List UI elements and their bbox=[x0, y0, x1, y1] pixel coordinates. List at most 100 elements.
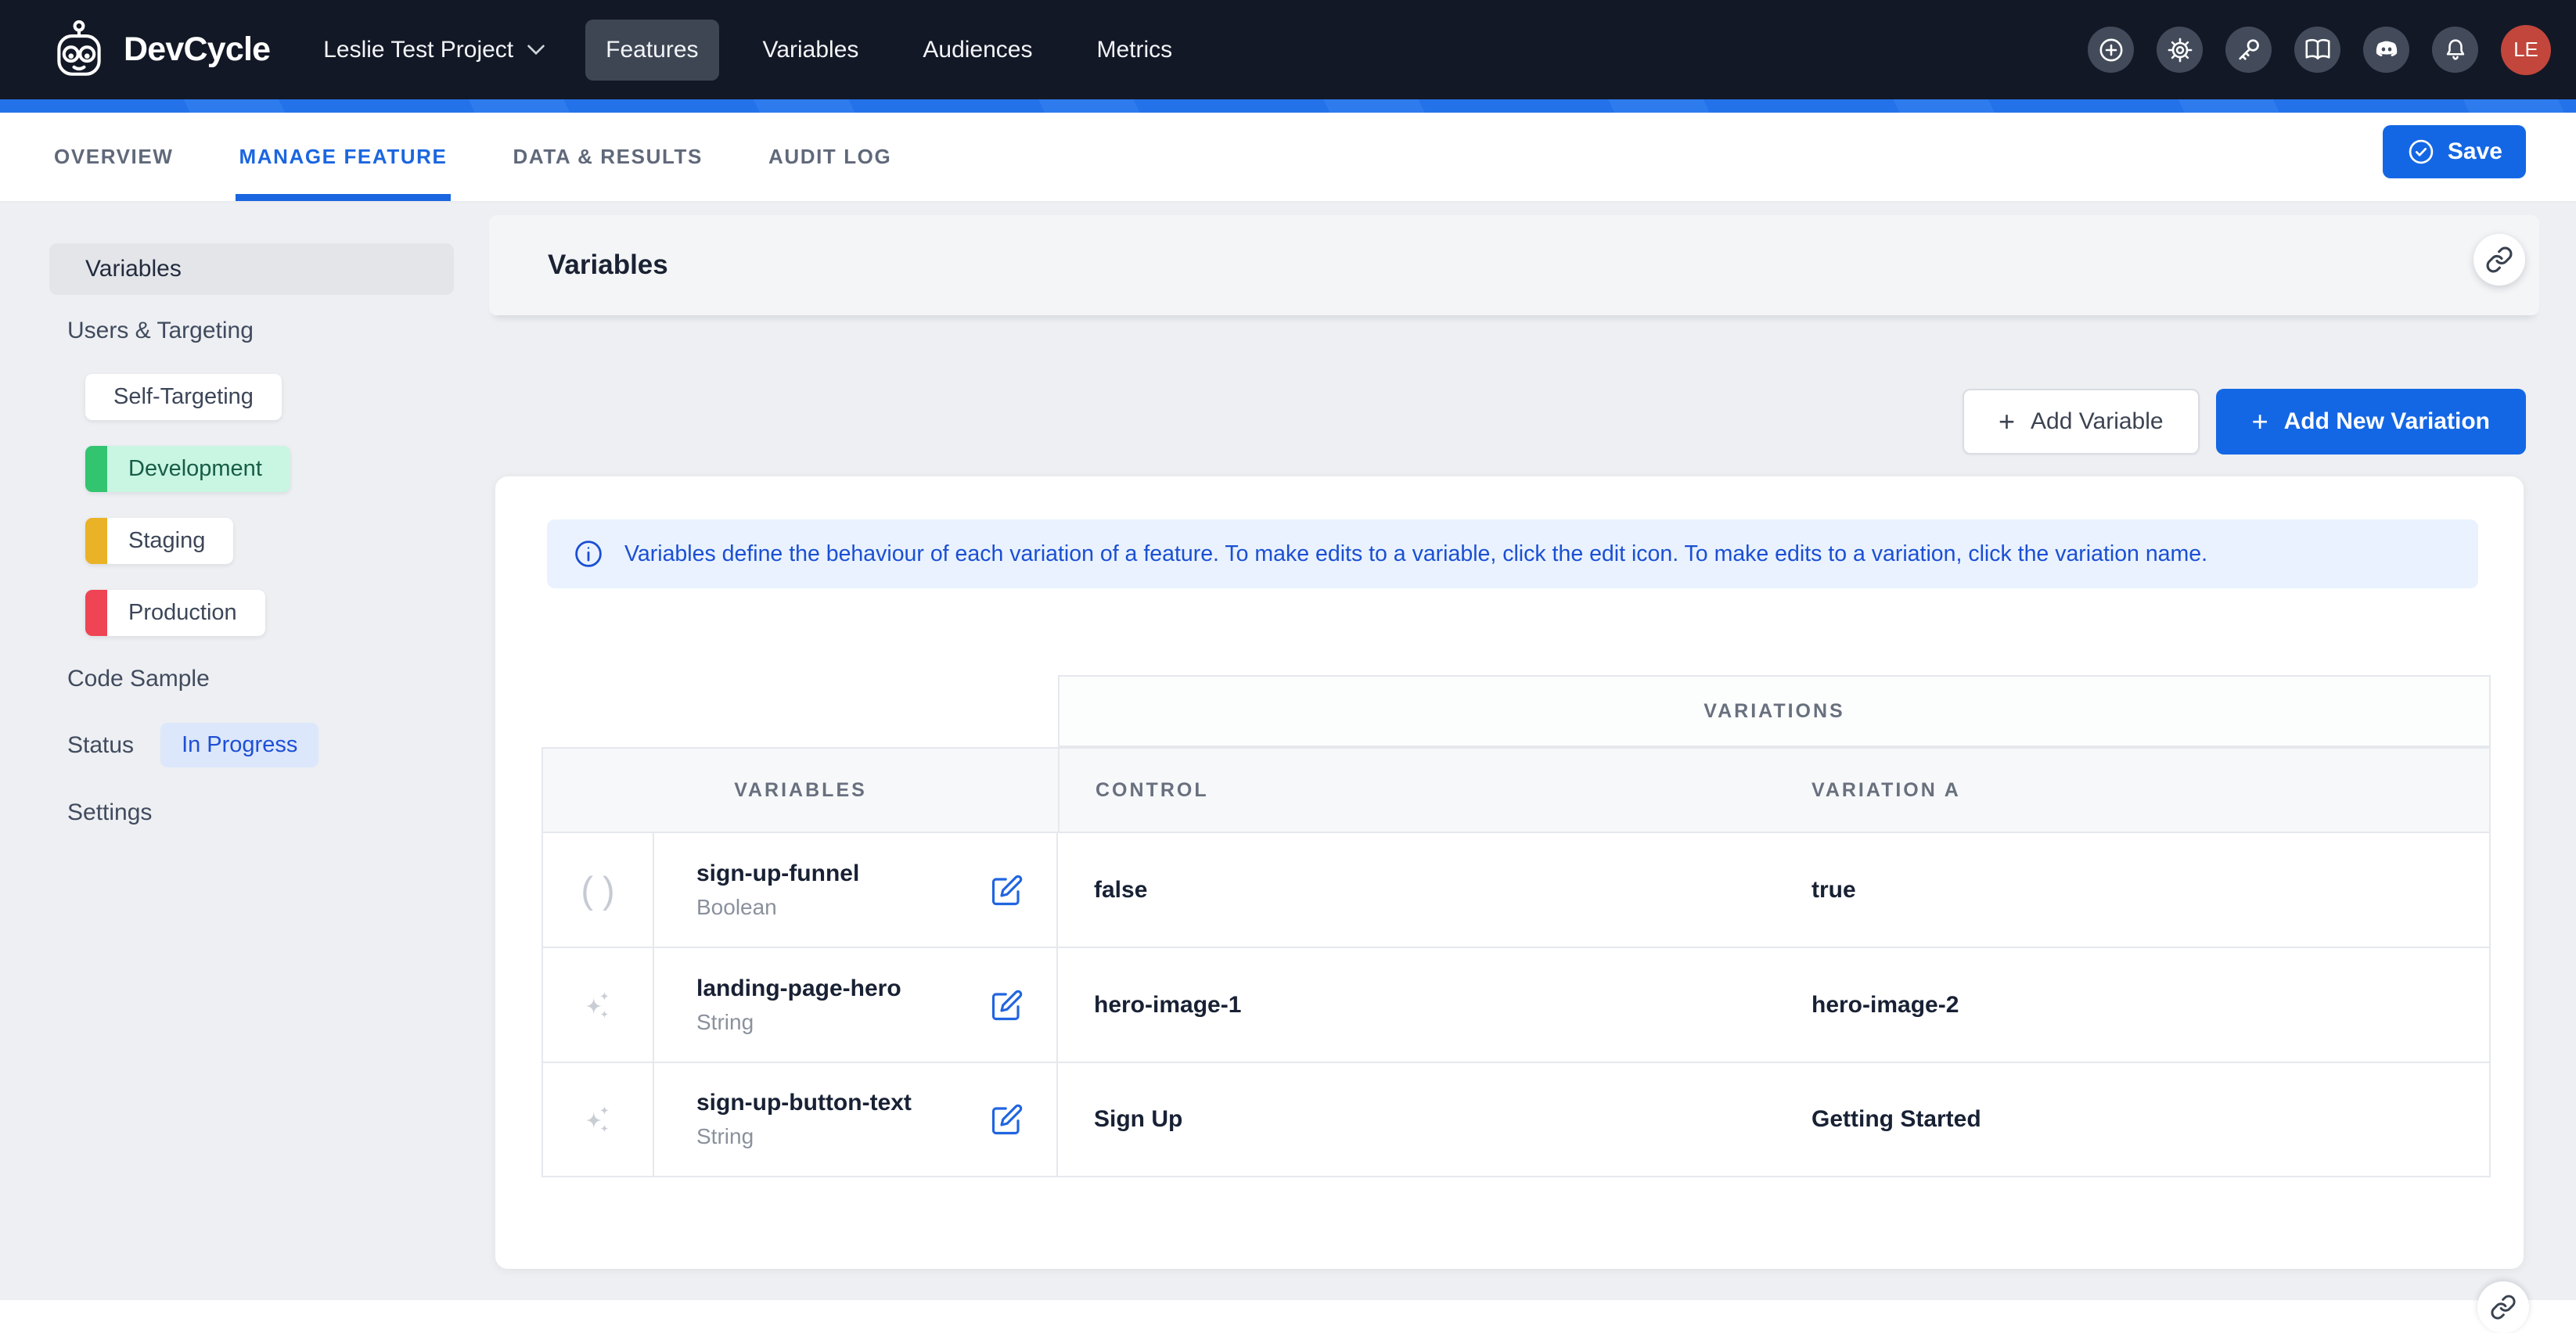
environment-pills: Self-Targeting Development Staging Produ… bbox=[85, 344, 290, 636]
sidebar-item-code-sample[interactable]: Code Sample bbox=[67, 666, 210, 692]
brand-name: DevCycle bbox=[124, 31, 270, 69]
edit-variable-button[interactable] bbox=[989, 1101, 1025, 1137]
copy-link-button[interactable] bbox=[2473, 234, 2525, 286]
string-sparkles-icon bbox=[581, 1103, 614, 1136]
sidebar-item-variables[interactable]: Variables bbox=[49, 243, 454, 295]
docs-button[interactable] bbox=[2294, 27, 2340, 73]
chevron-down-icon bbox=[527, 45, 545, 55]
control-value: hero-image-1 bbox=[1094, 992, 1241, 1019]
edit-variable-button[interactable] bbox=[989, 872, 1025, 908]
add-new-variation-button[interactable]: Add New Variation bbox=[2216, 389, 2526, 455]
variable-type-cell bbox=[541, 1063, 654, 1177]
variable-name-cell: sign-up-funnel Boolean bbox=[654, 833, 1058, 948]
staging-color-edge bbox=[85, 518, 107, 564]
env-pill-label: Staging bbox=[128, 528, 205, 554]
control-value-cell: false bbox=[1058, 833, 1772, 948]
variable-name: sign-up-funnel bbox=[696, 861, 859, 887]
boolean-type-icon bbox=[581, 868, 614, 911]
column-header-control-label: CONTROL bbox=[1096, 779, 1209, 802]
api-keys-button[interactable] bbox=[2225, 27, 2272, 73]
link-icon bbox=[2490, 1294, 2517, 1320]
variables-actions: Add Variable Add New Variation bbox=[489, 389, 2526, 455]
nav-item-variables[interactable]: Variables bbox=[743, 20, 880, 81]
devcycle-robot-icon bbox=[47, 18, 111, 82]
gear-icon bbox=[2166, 36, 2194, 64]
settings-button[interactable] bbox=[2157, 27, 2203, 73]
column-header-variables-label: VARIABLES bbox=[734, 779, 867, 802]
env-pill-development[interactable]: Development bbox=[85, 446, 290, 492]
edit-pencil-icon bbox=[991, 874, 1024, 907]
link-icon bbox=[2485, 246, 2513, 274]
nav-item-audiences[interactable]: Audiences bbox=[902, 20, 1052, 81]
env-pill-staging[interactable]: Staging bbox=[85, 518, 233, 564]
edit-variable-button[interactable] bbox=[989, 987, 1025, 1023]
save-button-label: Save bbox=[2448, 138, 2502, 165]
variable-type-cell bbox=[541, 833, 654, 948]
variables-table: VARIATIONS VARIABLES CONTROL VARIATION A… bbox=[541, 675, 2491, 1177]
variables-panel-header: Variables bbox=[489, 215, 2539, 315]
nav-item-metrics[interactable]: Metrics bbox=[1076, 20, 1193, 81]
sidebar-item-users-targeting[interactable]: Users & Targeting bbox=[67, 318, 254, 344]
status-label[interactable]: Status bbox=[67, 732, 134, 759]
tab-manage-feature[interactable]: MANAGE FEATURE bbox=[239, 113, 447, 201]
variable-name-cell: landing-page-hero String bbox=[654, 948, 1058, 1063]
nav-item-features[interactable]: Features bbox=[585, 20, 718, 81]
book-icon bbox=[2304, 36, 2332, 64]
variable-type: Boolean bbox=[696, 895, 859, 920]
control-value: false bbox=[1094, 877, 1147, 904]
variation-a-value: true bbox=[1811, 877, 1856, 904]
variation-a-value-cell: Getting Started bbox=[1772, 1063, 2491, 1177]
info-icon bbox=[572, 537, 605, 570]
discord-icon bbox=[2373, 36, 2401, 64]
variable-name-cell: sign-up-button-text String bbox=[654, 1063, 1058, 1177]
add-new-variation-label: Add New Variation bbox=[2284, 408, 2490, 435]
add-variable-button[interactable]: Add Variable bbox=[1963, 389, 2200, 455]
header-actions: LE bbox=[2088, 25, 2551, 75]
column-header-variation-a-label: VARIATION A bbox=[1811, 779, 1961, 802]
project-selector[interactable]: Leslie Test Project bbox=[323, 37, 545, 63]
edit-pencil-icon bbox=[991, 989, 1024, 1022]
plus-icon bbox=[2252, 408, 2268, 436]
add-circle-icon bbox=[2097, 36, 2125, 64]
column-header-variation-a[interactable]: VARIATION A bbox=[1772, 747, 2491, 833]
tab-data-results[interactable]: DATA & RESULTS bbox=[513, 113, 703, 201]
progress-accent-bar bbox=[0, 99, 2576, 113]
variations-group-header: VARIATIONS bbox=[1058, 675, 2491, 747]
tab-audit-log[interactable]: AUDIT LOG bbox=[768, 113, 891, 201]
discord-button[interactable] bbox=[2363, 27, 2409, 73]
variation-a-value: Getting Started bbox=[1811, 1106, 1981, 1133]
env-pill-production[interactable]: Production bbox=[85, 590, 265, 636]
variation-a-value-cell: true bbox=[1772, 833, 2491, 948]
user-avatar[interactable]: LE bbox=[2501, 25, 2551, 75]
copy-link-button-bottom[interactable] bbox=[2477, 1281, 2529, 1333]
project-selector-label: Leslie Test Project bbox=[323, 37, 513, 63]
column-header-control[interactable]: CONTROL bbox=[1058, 747, 1772, 833]
table-corner-spacer bbox=[541, 675, 1058, 747]
feature-sidebar: Variables Users & Targeting Self-Targeti… bbox=[0, 202, 493, 826]
env-pill-self-targeting[interactable]: Self-Targeting bbox=[85, 374, 282, 420]
info-banner-text: Variables define the behaviour of each v… bbox=[624, 541, 2207, 567]
tab-overview[interactable]: OVERVIEW bbox=[54, 113, 173, 201]
plus-icon bbox=[1999, 408, 2015, 436]
env-pill-label: Development bbox=[128, 456, 262, 482]
sidebar-item-settings[interactable]: Settings bbox=[67, 799, 152, 826]
sidebar-status-row: Status In Progress bbox=[67, 723, 318, 767]
add-circle-button[interactable] bbox=[2088, 27, 2134, 73]
variation-a-value: hero-image-2 bbox=[1811, 992, 1959, 1019]
control-value-cell: Sign Up bbox=[1058, 1063, 1772, 1177]
variable-name: sign-up-button-text bbox=[696, 1090, 912, 1116]
control-value: Sign Up bbox=[1094, 1106, 1182, 1133]
save-button[interactable]: Save bbox=[2383, 125, 2526, 178]
variable-type: String bbox=[696, 1124, 912, 1149]
edit-pencil-icon bbox=[991, 1103, 1024, 1136]
variable-name: landing-page-hero bbox=[696, 975, 901, 1002]
key-icon bbox=[2235, 36, 2263, 64]
status-badge[interactable]: In Progress bbox=[160, 723, 318, 767]
devcycle-logo[interactable]: DevCycle bbox=[47, 18, 270, 82]
page-title: Variables bbox=[548, 250, 668, 281]
variation-a-value-cell: hero-image-2 bbox=[1772, 948, 2491, 1063]
env-pill-label: Production bbox=[128, 600, 237, 626]
notifications-button[interactable] bbox=[2432, 27, 2478, 73]
info-banner: Variables define the behaviour of each v… bbox=[547, 519, 2478, 588]
env-pill-label: Self-Targeting bbox=[113, 384, 254, 410]
